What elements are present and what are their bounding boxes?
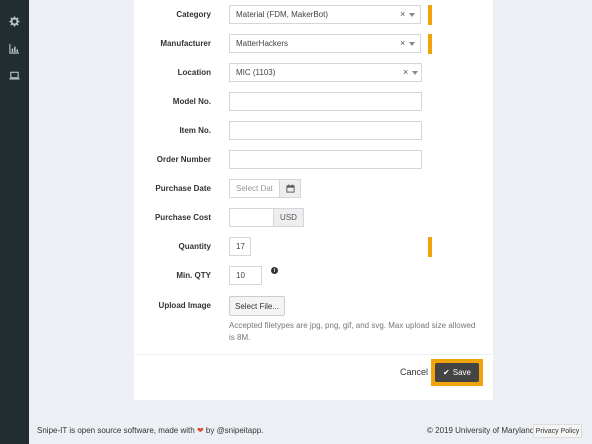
item-no-input[interactable] [229,121,422,140]
model-no-label: Model No. [172,97,211,106]
order-number-label: Order Number [156,155,211,164]
category-value: Material (FDM, MakerBot) [236,10,329,19]
manufacturer-select[interactable]: MatterHackers × [229,34,421,53]
quantity-value: 17 [236,242,245,251]
manufacturer-clear-icon[interactable]: × [400,38,405,48]
footer-text-before: Snipe-IT is open source software, made w… [37,426,195,435]
footer-credit: Snipe-IT is open source software, made w… [37,426,263,435]
purchase-date-placeholder: Select Dat [236,184,273,193]
model-no-input[interactable] [229,92,422,111]
category-clear-icon[interactable]: × [400,9,405,19]
info-icon[interactable]: i [271,267,278,274]
min-qty-label: Min. QTY [176,271,211,280]
chevron-down-icon[interactable] [412,71,418,75]
location-value: MIC (1103) [236,68,276,77]
copyright-text: © 2019 University of Maryland [427,426,535,435]
purchase-cost-input[interactable] [229,208,274,227]
location-select[interactable]: MIC (1103) × [229,63,422,82]
laptop-icon[interactable] [8,69,21,82]
order-number-input[interactable] [229,150,422,169]
checkmark-icon: ✔ [443,368,450,377]
location-clear-icon[interactable]: × [403,67,408,77]
upload-help-text: Accepted filetypes are jpg, png, gif, an… [229,321,476,342]
save-label: Save [452,368,471,377]
select-file-button[interactable]: Select File... [229,296,285,316]
required-indicator [428,237,432,257]
currency-addon: USD [273,208,304,227]
purchase-cost-label: Purchase Cost [154,213,211,222]
save-button[interactable]: ✔ Save [435,363,479,382]
chevron-down-icon[interactable] [409,42,415,46]
chevron-down-icon[interactable] [409,13,415,17]
category-label: Category [176,10,211,19]
quantity-input[interactable]: 17 [229,237,251,256]
purchase-date-label: Purchase Date [155,184,211,193]
footer-text-after[interactable]: by @snipeitapp. [206,426,264,435]
min-qty-value: 10 [236,271,245,280]
privacy-policy-button[interactable]: Privacy Policy [533,424,582,438]
location-label: Location [177,68,211,77]
min-qty-input[interactable]: 10 [229,266,262,285]
required-indicator [428,34,432,54]
category-select[interactable]: Material (FDM, MakerBot) × [229,5,421,24]
sidebar [0,0,29,444]
purchase-date-input[interactable]: Select Dat [229,179,280,198]
quantity-label: Quantity [178,242,211,251]
calendar-icon[interactable] [279,179,301,198]
required-indicator [428,5,432,25]
heart-icon: ❤ [196,426,204,435]
bar-chart-icon[interactable] [8,42,21,55]
item-no-label: Item No. [179,126,211,135]
cancel-link[interactable]: Cancel [400,367,428,377]
manufacturer-label: Manufacturer [160,39,211,48]
gear-icon[interactable] [8,15,21,28]
upload-image-label: Upload Image [158,301,211,310]
manufacturer-value: MatterHackers [236,39,289,48]
